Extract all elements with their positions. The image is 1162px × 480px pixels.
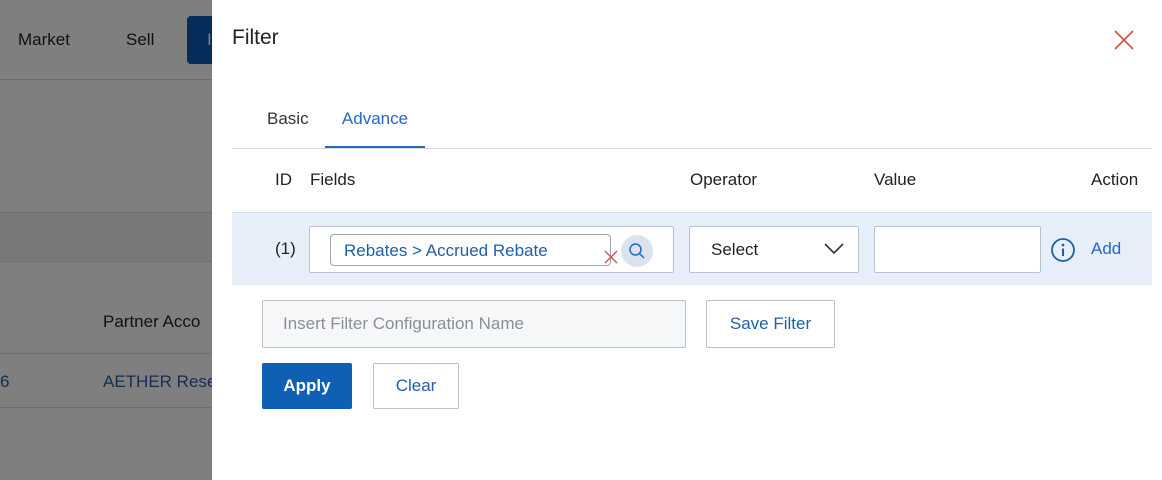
tab-advance[interactable]: Advance <box>325 96 425 148</box>
close-icon <box>1114 30 1134 50</box>
search-icon <box>629 243 645 259</box>
drawer-title: Filter <box>232 26 279 49</box>
column-header-id: ID <box>275 170 292 189</box>
rule-id: (1) <box>275 239 296 258</box>
clear-button[interactable]: Clear <box>373 363 459 409</box>
column-header-value: Value <box>874 170 917 189</box>
tab-basic[interactable]: Basic <box>267 96 309 148</box>
column-header-fields: Fields <box>310 170 356 189</box>
apply-button[interactable]: Apply <box>262 363 352 409</box>
field-search-button[interactable] <box>621 235 653 267</box>
info-icon[interactable] <box>1050 237 1076 263</box>
add-rule-link[interactable]: Add <box>1091 239 1121 259</box>
filter-rule-row: (1) Rebates > Accrued Rebate Select Add <box>232 212 1152 285</box>
fields-picker[interactable]: Rebates > Accrued Rebate <box>309 226 674 273</box>
filter-drawer: Filter Basic Advance ID Fields Operator … <box>212 0 1162 480</box>
field-chip: Rebates > Accrued Rebate <box>330 234 618 266</box>
filter-tabs: Basic Advance <box>232 96 1152 149</box>
operator-selected-value: Select <box>711 240 759 259</box>
operator-dropdown[interactable]: Select <box>689 226 859 273</box>
filter-config-name-input[interactable] <box>262 300 686 348</box>
value-input[interactable] <box>874 226 1041 273</box>
close-icon[interactable] <box>604 250 618 264</box>
chevron-down-icon <box>824 243 844 255</box>
field-chip-label: Rebates > Accrued Rebate <box>344 241 548 260</box>
column-header-operator: Operator <box>690 170 758 189</box>
save-filter-button[interactable]: Save Filter <box>706 300 835 348</box>
column-header-action: Action <box>1091 170 1139 189</box>
close-button[interactable] <box>1112 28 1136 52</box>
